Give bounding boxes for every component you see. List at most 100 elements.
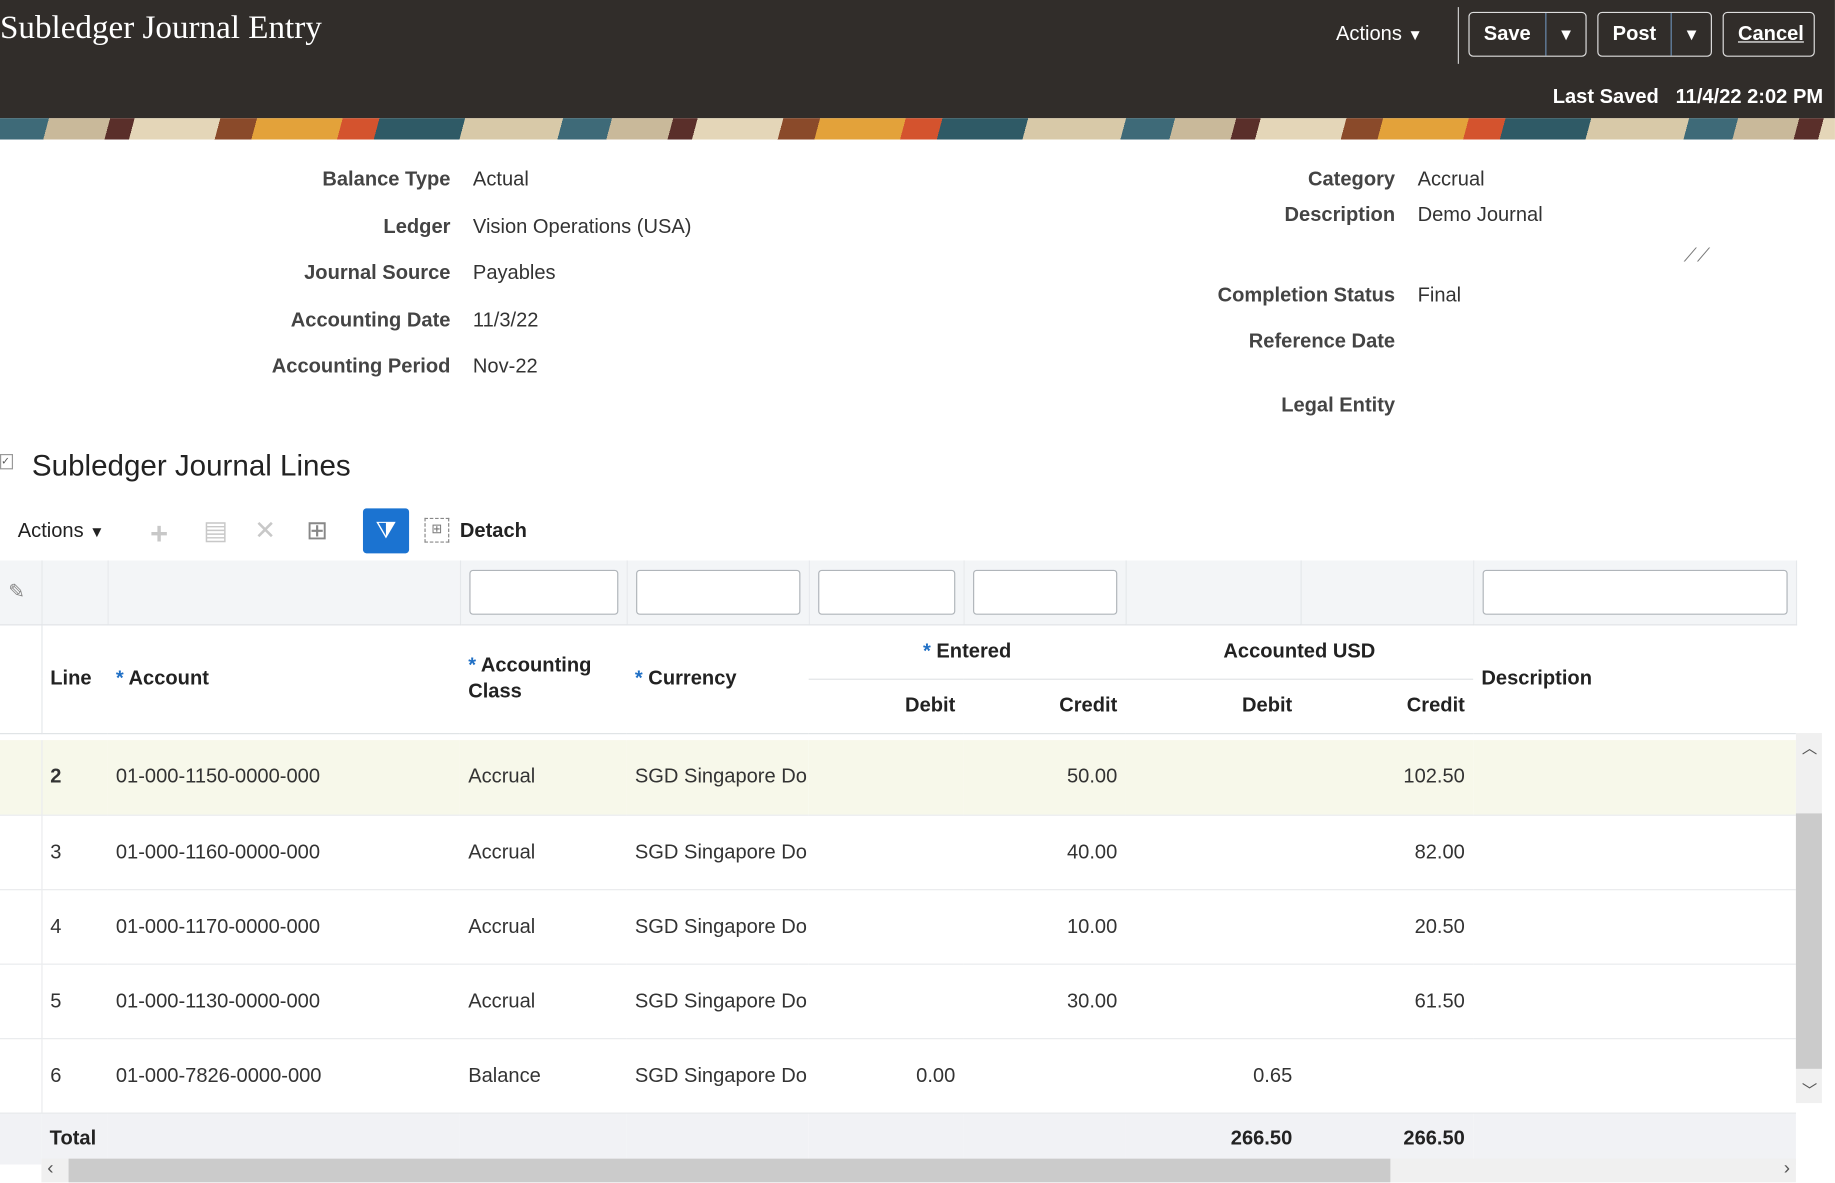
entered-credit-cell[interactable]: 30.00 [963, 963, 1126, 1039]
scroll-right-icon[interactable]: › [1784, 1159, 1790, 1180]
account-cell[interactable]: 01-000-1170-0000-000 [107, 889, 460, 965]
entered-credit-cell[interactable] [963, 1038, 1126, 1114]
accounting-class-cell[interactable]: Accrual [459, 814, 627, 890]
accounted-debit-cell[interactable] [1125, 889, 1301, 965]
description-cell[interactable] [1473, 740, 1796, 816]
detach-button[interactable]: Detach [460, 519, 527, 543]
filter-entered-credit[interactable] [972, 569, 1117, 615]
row-selector [0, 963, 42, 1039]
actions-menu[interactable]: Actions ▼ [1336, 22, 1423, 46]
line-cell[interactable]: 5 [41, 963, 108, 1039]
line-cell[interactable]: 2 [41, 740, 108, 816]
accounting-class-cell[interactable]: Accrual [459, 889, 627, 965]
duplicate-row-icon[interactable]: ▤ [203, 515, 228, 546]
query-by-example-filter-icon[interactable]: ⧩ [362, 508, 410, 554]
filter-currency[interactable] [635, 569, 800, 615]
entered-credit-cell[interactable]: 50.00 [963, 740, 1126, 816]
accounted-debit-cell[interactable] [1125, 814, 1301, 890]
table-row[interactable]: 5 01-000-1130-0000-000 Accrual SGD Singapor… [0, 963, 1796, 1039]
row-selector [0, 740, 42, 816]
line-cell[interactable]: 6 [41, 1038, 108, 1114]
currency-cell[interactable]: SGD Singapore Do [626, 1038, 809, 1114]
save-label: Save [1483, 22, 1531, 45]
col-entered-label: Entered [936, 639, 1012, 663]
description-label: Description [1284, 203, 1396, 226]
accounted-debit-cell[interactable] [1125, 740, 1301, 816]
col-description[interactable]: Description [1473, 624, 1796, 734]
col-account-label: Account [128, 666, 209, 690]
accounted-debit-cell[interactable]: 0.65 [1125, 1038, 1301, 1114]
description-cell[interactable] [1473, 963, 1796, 1039]
total-accounted-credit: 266.50 [1300, 1112, 1474, 1165]
accounted-credit-cell[interactable]: 82.00 [1300, 814, 1474, 890]
entered-credit-cell[interactable]: 40.00 [963, 814, 1126, 890]
delete-row-icon[interactable]: ✕ [254, 515, 276, 546]
decorative-banner [0, 118, 1835, 140]
post-button[interactable]: Post ▼ [1597, 11, 1712, 57]
col-account[interactable]: * Account [107, 624, 460, 734]
table-row[interactable]: 4 01-000-1170-0000-000 Accrual SGD Singapor… [0, 889, 1796, 965]
clear-filter-icon[interactable]: ✎ [8, 580, 25, 602]
col-accounted-credit[interactable]: Credit [1301, 679, 1474, 733]
chevron-down-icon[interactable]: ▼ [1670, 13, 1711, 56]
entered-debit-cell[interactable] [808, 740, 964, 816]
scroll-up-icon[interactable]: ︿ [1802, 735, 1817, 757]
balance-type-label: Balance Type [322, 167, 451, 191]
accounting-class-cell[interactable]: Balance [459, 1038, 627, 1114]
filter-description[interactable] [1482, 569, 1788, 615]
accounting-class-cell[interactable]: Accrual [459, 963, 627, 1039]
table-row[interactable]: 2 01-000-1150-0000-000 Accrual SGD Singapor… [0, 740, 1796, 816]
entered-debit-cell[interactable] [808, 963, 964, 1039]
collapse-section-icon[interactable]: ✓ [0, 454, 14, 470]
col-accounted-debit[interactable]: Debit [1126, 679, 1301, 733]
detach-icon[interactable]: ⊞ [424, 517, 450, 543]
account-cell[interactable]: 01-000-1160-0000-000 [107, 814, 460, 890]
scroll-down-icon[interactable]: ﹀ [1802, 1078, 1817, 1100]
accounted-credit-cell[interactable]: 61.50 [1300, 963, 1474, 1039]
filter-entered-debit[interactable] [817, 569, 955, 615]
account-cell[interactable]: 01-000-1130-0000-000 [107, 963, 460, 1039]
export-table-icon[interactable]: ⊞ [306, 515, 328, 546]
scroll-left-icon[interactable]: ‹ [47, 1159, 53, 1180]
col-entered-debit[interactable]: Debit [809, 679, 964, 733]
entered-debit-cell[interactable] [808, 889, 964, 965]
accounted-credit-cell[interactable]: 102.50 [1300, 740, 1474, 816]
vertical-scroll-thumb[interactable] [1795, 813, 1822, 1069]
accounting-class-cell[interactable]: Accrual [459, 740, 627, 816]
col-currency[interactable]: * Currency [626, 624, 809, 734]
col-accounting-class[interactable]: * Accounting Class [459, 624, 627, 734]
add-row-icon[interactable]: + [150, 515, 168, 552]
filter-accounting-class[interactable] [468, 569, 618, 615]
line-cell[interactable]: 4 [41, 889, 108, 965]
horizontal-scroll-thumb[interactable] [68, 1158, 1391, 1183]
entered-debit-cell[interactable]: 0.00 [808, 1038, 964, 1114]
accounted-credit-cell[interactable] [1300, 1038, 1474, 1114]
save-button[interactable]: Save ▼ [1468, 11, 1587, 57]
col-line[interactable]: Line [41, 624, 108, 734]
table-row[interactable]: 6 01-000-7826-0000-000 Balance SGD Singapor… [0, 1038, 1796, 1114]
col-entered-credit[interactable]: Credit [964, 679, 1126, 733]
section-title: Subledger Journal Lines [31, 449, 351, 483]
accounted-debit-cell[interactable] [1125, 963, 1301, 1039]
currency-cell[interactable]: SGD Singapore Do [626, 889, 809, 965]
currency-cell[interactable]: SGD Singapore Do [626, 814, 809, 890]
table-actions-menu[interactable]: Actions ▼ [18, 519, 105, 543]
currency-cell[interactable]: SGD Singapore Do [626, 740, 809, 816]
vertical-scrollbar[interactable]: ︿ ﹀ [1795, 733, 1822, 1104]
line-cell[interactable]: 3 [41, 814, 108, 890]
account-cell[interactable]: 01-000-1150-0000-000 [107, 740, 460, 816]
cancel-button[interactable]: Cancel [1722, 11, 1815, 57]
currency-cell[interactable]: SGD Singapore Do [626, 963, 809, 1039]
chevron-down-icon[interactable]: ▼ [1544, 13, 1586, 56]
accounted-credit-cell[interactable]: 20.50 [1300, 889, 1474, 965]
resize-handle-icon[interactable]: ⟋⟋ [1684, 246, 1710, 267]
description-cell[interactable] [1473, 814, 1796, 890]
account-cell[interactable]: 01-000-7826-0000-000 [107, 1038, 460, 1114]
horizontal-scrollbar[interactable]: ‹ › [41, 1158, 1796, 1183]
description-cell[interactable] [1473, 1038, 1796, 1114]
entered-credit-cell[interactable]: 10.00 [963, 889, 1126, 965]
post-label: Post [1612, 22, 1657, 45]
table-row[interactable]: 3 01-000-1160-0000-000 Accrual SGD Singapor… [0, 814, 1796, 890]
entered-debit-cell[interactable] [808, 814, 964, 890]
description-cell[interactable] [1473, 889, 1796, 965]
